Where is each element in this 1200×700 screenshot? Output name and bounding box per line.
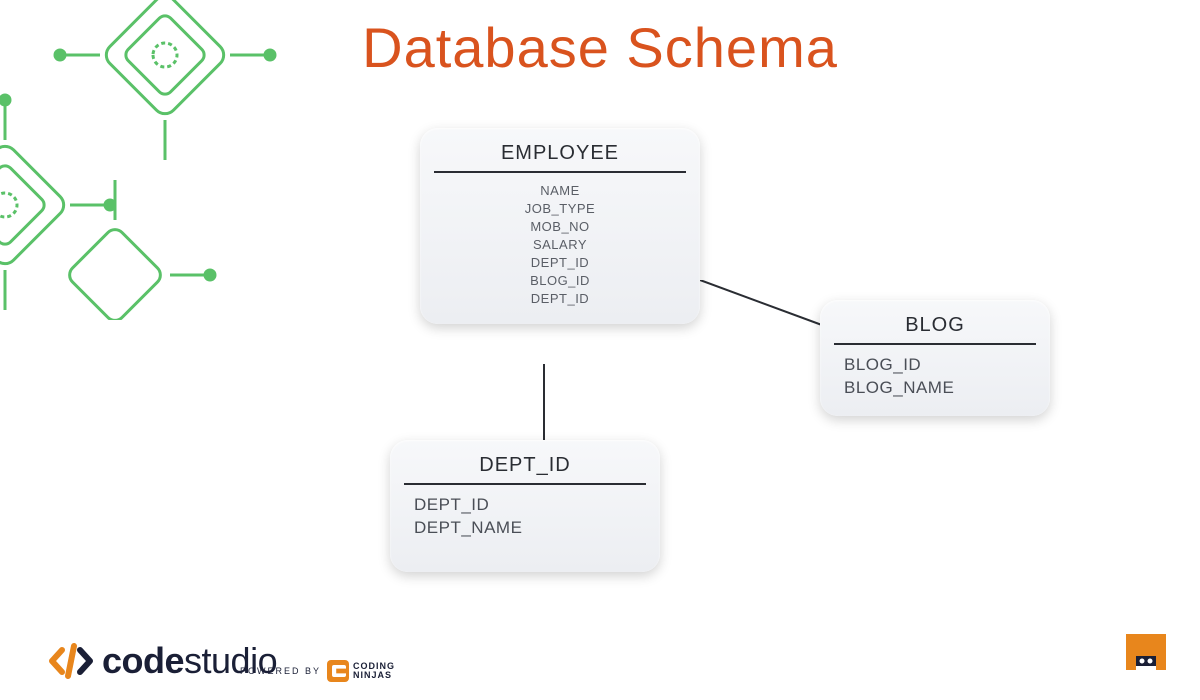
entity-employee-title: EMPLOYEE: [440, 142, 680, 171]
page-title: Database Schema: [362, 15, 838, 80]
entity-blog: BLOG BLOG_ID BLOG_NAME: [820, 300, 1050, 416]
entity-dept-fields: DEPT_ID DEPT_NAME: [410, 495, 640, 538]
entity-dept: DEPT_ID DEPT_ID DEPT_NAME: [390, 440, 660, 572]
field: DEPT_NAME: [414, 518, 522, 538]
ninja-logo-icon: [1118, 626, 1174, 682]
entity-blog-fields: BLOG_ID BLOG_NAME: [840, 355, 1030, 398]
coding-ninjas-c-icon: [327, 660, 349, 682]
entity-blog-title: BLOG: [840, 314, 1030, 343]
connector-employee-dept: [543, 364, 545, 442]
coding-ninjas-badge: CODING NINJAS: [327, 660, 395, 682]
field: MOB_NO: [530, 219, 589, 234]
field: BLOG_ID: [844, 355, 921, 375]
field: DEPT_ID: [531, 291, 589, 306]
entity-dept-title: DEPT_ID: [410, 454, 640, 483]
field: DEPT_ID: [531, 255, 589, 270]
field: BLOG_ID: [530, 273, 590, 288]
field: NAME: [540, 183, 580, 198]
divider: [834, 343, 1036, 345]
divider: [404, 483, 646, 485]
schema-diagram: EMPLOYEE NAME JOB_TYPE MOB_NO SALARY DEP…: [0, 110, 1200, 610]
field: JOB_TYPE: [525, 201, 595, 216]
field: BLOG_NAME: [844, 378, 954, 398]
powered-by-label: POWERED BY CODING NINJAS: [240, 660, 395, 682]
cn-line2: NINJAS: [353, 671, 395, 680]
divider: [434, 171, 686, 173]
entity-employee: EMPLOYEE NAME JOB_TYPE MOB_NO SALARY DEP…: [420, 128, 700, 324]
entity-employee-fields: NAME JOB_TYPE MOB_NO SALARY DEPT_ID BLOG…: [440, 183, 680, 306]
powered-by-text: POWERED BY: [240, 666, 321, 676]
field: SALARY: [533, 237, 587, 252]
field: DEPT_ID: [414, 495, 489, 515]
code-slash-icon: [48, 638, 94, 684]
